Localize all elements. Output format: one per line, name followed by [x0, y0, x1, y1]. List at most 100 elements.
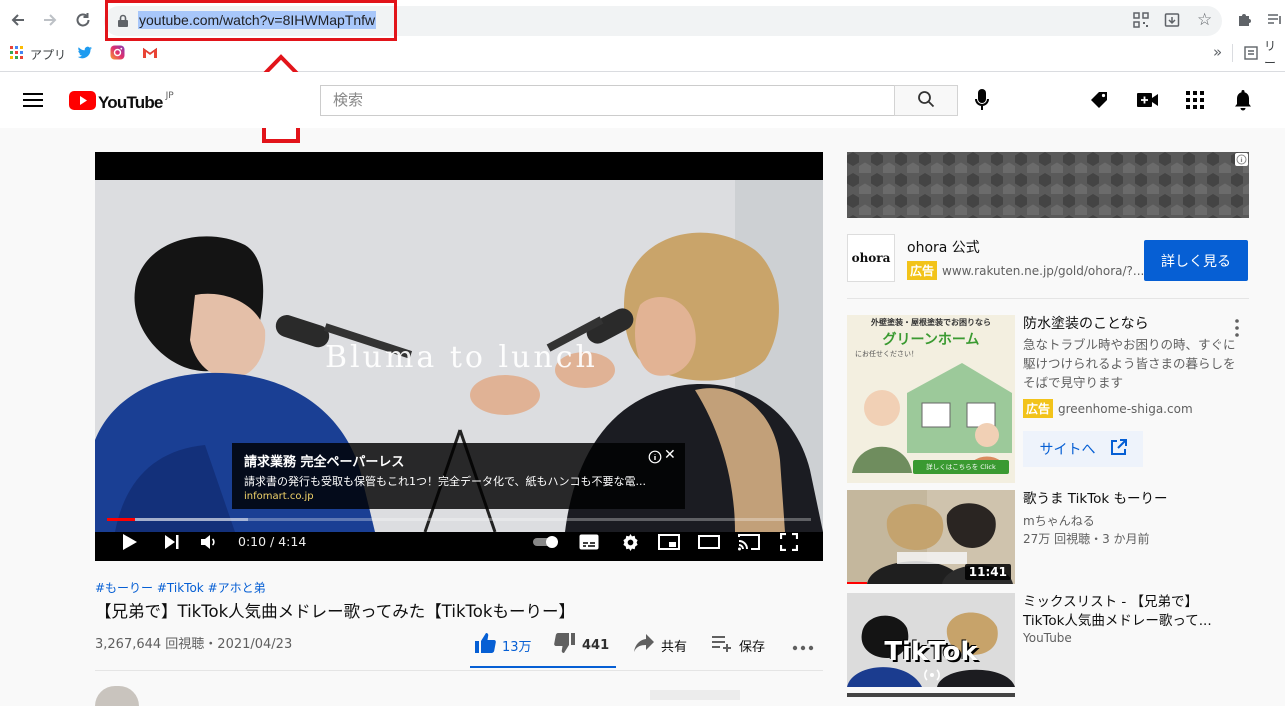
- sidebar-banner-ad[interactable]: [847, 152, 1249, 218]
- more-horizontal-icon: [792, 636, 814, 655]
- share-button[interactable]: 共有: [633, 630, 687, 660]
- notifications-bell-icon[interactable]: [1234, 89, 1252, 115]
- banner-pattern-image: [847, 152, 1249, 218]
- cast-icon[interactable]: [736, 529, 762, 555]
- channel-avatar[interactable]: [95, 686, 139, 706]
- bookmark-star-icon[interactable]: ☆: [1197, 10, 1212, 30]
- sidebar-divider: [847, 298, 1249, 299]
- youtube-logo[interactable]: YouTube JP: [69, 91, 174, 114]
- bookmark-instagram[interactable]: [110, 44, 125, 64]
- video-player[interactable]: Bluma to lunch 請求業務 完全ペーパーレス 請求書の発行も受取も保…: [95, 152, 823, 561]
- video-item-channel[interactable]: mちゃんねる: [1023, 512, 1095, 529]
- media-control-icon[interactable]: [1267, 12, 1283, 32]
- more-actions-button[interactable]: [792, 630, 814, 660]
- save-label: 保存: [739, 639, 766, 655]
- reading-list-button[interactable]: リー: [1244, 39, 1285, 70]
- bookmark-apps[interactable]: アプリ: [10, 44, 66, 64]
- create-video-icon[interactable]: [1137, 92, 1159, 112]
- greenhome-ad-title[interactable]: 防水塗装のことなら: [1023, 315, 1233, 334]
- save-button[interactable]: 保存: [711, 630, 765, 660]
- mix-thumbnail-text: TikTok: [884, 637, 978, 667]
- search-button[interactable]: [894, 85, 958, 116]
- video-title: 【兄弟で】TikTok人気曲メドレー歌ってみた【TikTokもーりー】: [95, 602, 575, 621]
- sidebar-video-item[interactable]: 11:41 歌うま TikTok もーりー mちゃんねる 27万 回視聴・3 か…: [847, 490, 1249, 584]
- ohora-ad-name[interactable]: ohora 公式: [907, 237, 980, 257]
- instagram-icon: [110, 45, 125, 63]
- video-item-meta: 27万 回視聴・3 か月前: [1023, 532, 1150, 546]
- like-ratio-bar: [470, 666, 616, 668]
- forward-icon[interactable]: [38, 8, 62, 32]
- sidebar-ad-greenhome[interactable]: 外壁塗装・屋根塗装でお困りなら グリーンホーム にお任せください！ 詳しくはこち…: [847, 315, 1249, 483]
- menu-icon[interactable]: [23, 92, 43, 112]
- greenhome-thumb-brand: グリーンホーム: [882, 332, 980, 348]
- share-label: 共有: [661, 639, 688, 655]
- mix-thumbnail[interactable]: TikTok: [847, 593, 1015, 687]
- reload-icon[interactable]: [71, 8, 95, 32]
- bookmark-apps-label: アプリ: [30, 47, 67, 62]
- mix-item-title[interactable]: ミックスリスト - 【兄弟で】TikTok人気曲メドレー歌って...: [1023, 593, 1238, 631]
- video-progress-bar[interactable]: [107, 518, 811, 521]
- next-video-icon[interactable]: [159, 529, 185, 555]
- microphone-icon[interactable]: [975, 89, 989, 115]
- more-vertical-icon[interactable]: [1235, 319, 1239, 341]
- greenhome-ad-thumbnail[interactable]: 外壁塗装・屋根塗装でお困りなら グリーンホーム にお任せください！ 詳しくはこち…: [847, 315, 1015, 483]
- video-thumbnail[interactable]: 11:41: [847, 490, 1015, 584]
- video-ad-domain[interactable]: infomart.co.jp: [244, 491, 314, 502]
- ad-badge: 広告: [907, 261, 938, 280]
- dislike-button[interactable]: 441: [554, 630, 609, 660]
- video-duration: 11:41: [964, 564, 1011, 580]
- apps-grid-icon: [10, 45, 24, 63]
- ohora-cta-button[interactable]: 詳しく見る: [1144, 240, 1248, 281]
- bookmark-gmail[interactable]: [142, 44, 158, 64]
- greenhome-site-button[interactable]: サイトへ: [1023, 431, 1143, 467]
- like-count: 13万: [502, 639, 532, 655]
- ad-info-icon[interactable]: [648, 449, 662, 468]
- volume-icon[interactable]: [196, 529, 222, 555]
- greenhome-ad-domain[interactable]: greenhome-shiga.com: [1058, 402, 1193, 416]
- mix-radio-icon: [921, 667, 943, 687]
- youtube-play-logo-icon: [69, 91, 96, 114]
- settings-gear-icon[interactable]: [617, 529, 643, 555]
- video-ad-title[interactable]: 請求業務 完全ペーパーレス: [244, 451, 404, 470]
- ohora-logo[interactable]: ohora: [847, 234, 895, 282]
- next-thumbnail-partial[interactable]: [847, 693, 1015, 697]
- mix-item-channel[interactable]: YouTube: [1023, 631, 1072, 645]
- playlist-add-icon: [711, 634, 733, 656]
- banner-ad-info-icon[interactable]: [1235, 153, 1248, 166]
- miniplayer-icon[interactable]: [656, 529, 682, 555]
- video-view-date: 3,267,644 回視聴・2021/04/23: [95, 637, 293, 652]
- search-input[interactable]: 検索: [320, 85, 895, 116]
- extensions-puzzle-icon[interactable]: [1236, 11, 1253, 32]
- video-ad-overlay[interactable]: 請求業務 完全ペーパーレス 請求書の発行も受取も保管もこれ1つ！完全データ化で、…: [232, 443, 685, 509]
- bookmark-twitter[interactable]: [77, 44, 93, 64]
- thumbs-up-icon: [474, 632, 496, 658]
- url-highlight-box: [105, 0, 397, 41]
- share-arrow-icon: [633, 633, 655, 657]
- ohora-ad-url[interactable]: www.rakuten.ne.jp/gold/ohora/?...: [942, 264, 1144, 278]
- greenhome-thumb-button: 詳しくはこちらを Click: [913, 460, 1009, 474]
- fullscreen-icon[interactable]: [776, 529, 802, 555]
- video-controls: 0:10 / 4:14: [95, 524, 823, 560]
- bookmarks-overflow-button[interactable]: »: [1213, 43, 1222, 61]
- greenhome-ad-meta: 広告 greenhome-shiga.com: [1023, 399, 1193, 418]
- subscribe-button-partial[interactable]: [650, 690, 740, 700]
- sidebar-mix-item[interactable]: TikTok ミックスリスト - 【兄弟で】TikTok人気曲メドレー歌って..…: [847, 593, 1249, 687]
- back-icon[interactable]: [6, 8, 30, 32]
- tag-icon[interactable]: [1089, 90, 1110, 115]
- subtitles-icon[interactable]: [576, 529, 602, 555]
- play-icon[interactable]: [117, 529, 143, 555]
- bookmarks-divider: [1232, 44, 1233, 62]
- theater-mode-icon[interactable]: [696, 529, 722, 555]
- greenhome-thumb-top: 外壁塗装・屋根塗装でお困りなら: [871, 318, 991, 327]
- gmail-icon: [142, 47, 158, 62]
- like-button[interactable]: 13万: [474, 630, 532, 660]
- qr-code-icon[interactable]: [1133, 12, 1149, 32]
- install-app-icon[interactable]: [1164, 12, 1180, 32]
- autoplay-toggle-icon[interactable]: [531, 529, 561, 555]
- video-item-title[interactable]: 歌うま TikTok もーりー: [1023, 490, 1233, 509]
- apps-icon[interactable]: [1186, 91, 1204, 113]
- browser-chrome: youtube.com/watch?v=8IHWMapTnfw ☆ アプリ » …: [0, 0, 1285, 72]
- greenhome-illustration: [852, 363, 1012, 473]
- video-hashtags[interactable]: #もーりー #TikTok #アホと弟: [95, 579, 266, 596]
- ad-close-icon[interactable]: ✕: [664, 447, 676, 463]
